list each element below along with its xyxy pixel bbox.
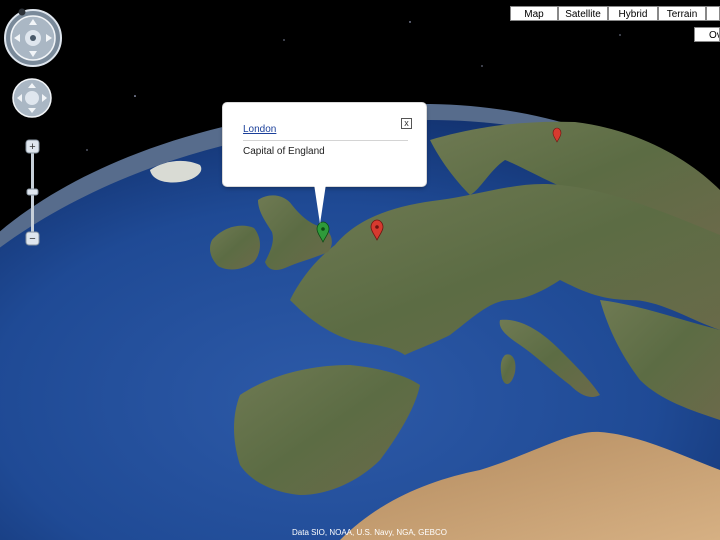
plus-icon: + <box>29 141 35 153</box>
compass-n-icon <box>18 8 26 16</box>
map-type-button-terrain[interactable]: Terrain <box>658 6 706 21</box>
minus-icon: − <box>29 233 35 245</box>
earth-globe-view[interactable]: + − <box>0 0 720 540</box>
info-window-divider <box>243 140 408 141</box>
info-window-title[interactable]: London <box>243 124 276 135</box>
map-type-button-earth[interactable] <box>706 6 720 21</box>
info-window-description: Capital of England <box>243 146 325 157</box>
close-icon[interactable]: x <box>401 118 412 129</box>
map-type-button-map[interactable]: Map <box>510 6 558 21</box>
map-attribution: Data SIO, NOAA, U.S. Navy, NGA, GEBCO <box>292 528 447 537</box>
map-type-button-hybrid[interactable]: Hybrid <box>608 6 658 21</box>
zoom-slider-handle[interactable] <box>26 188 39 196</box>
info-window-tail <box>314 184 326 224</box>
pan-control[interactable] <box>12 78 52 118</box>
rotation-look-control[interactable] <box>4 9 62 67</box>
overview-map-toggle[interactable]: Ove <box>694 27 720 42</box>
map-type-button-satellite[interactable]: Satellite <box>558 6 608 21</box>
info-window: London x Capital of England <box>223 103 426 186</box>
